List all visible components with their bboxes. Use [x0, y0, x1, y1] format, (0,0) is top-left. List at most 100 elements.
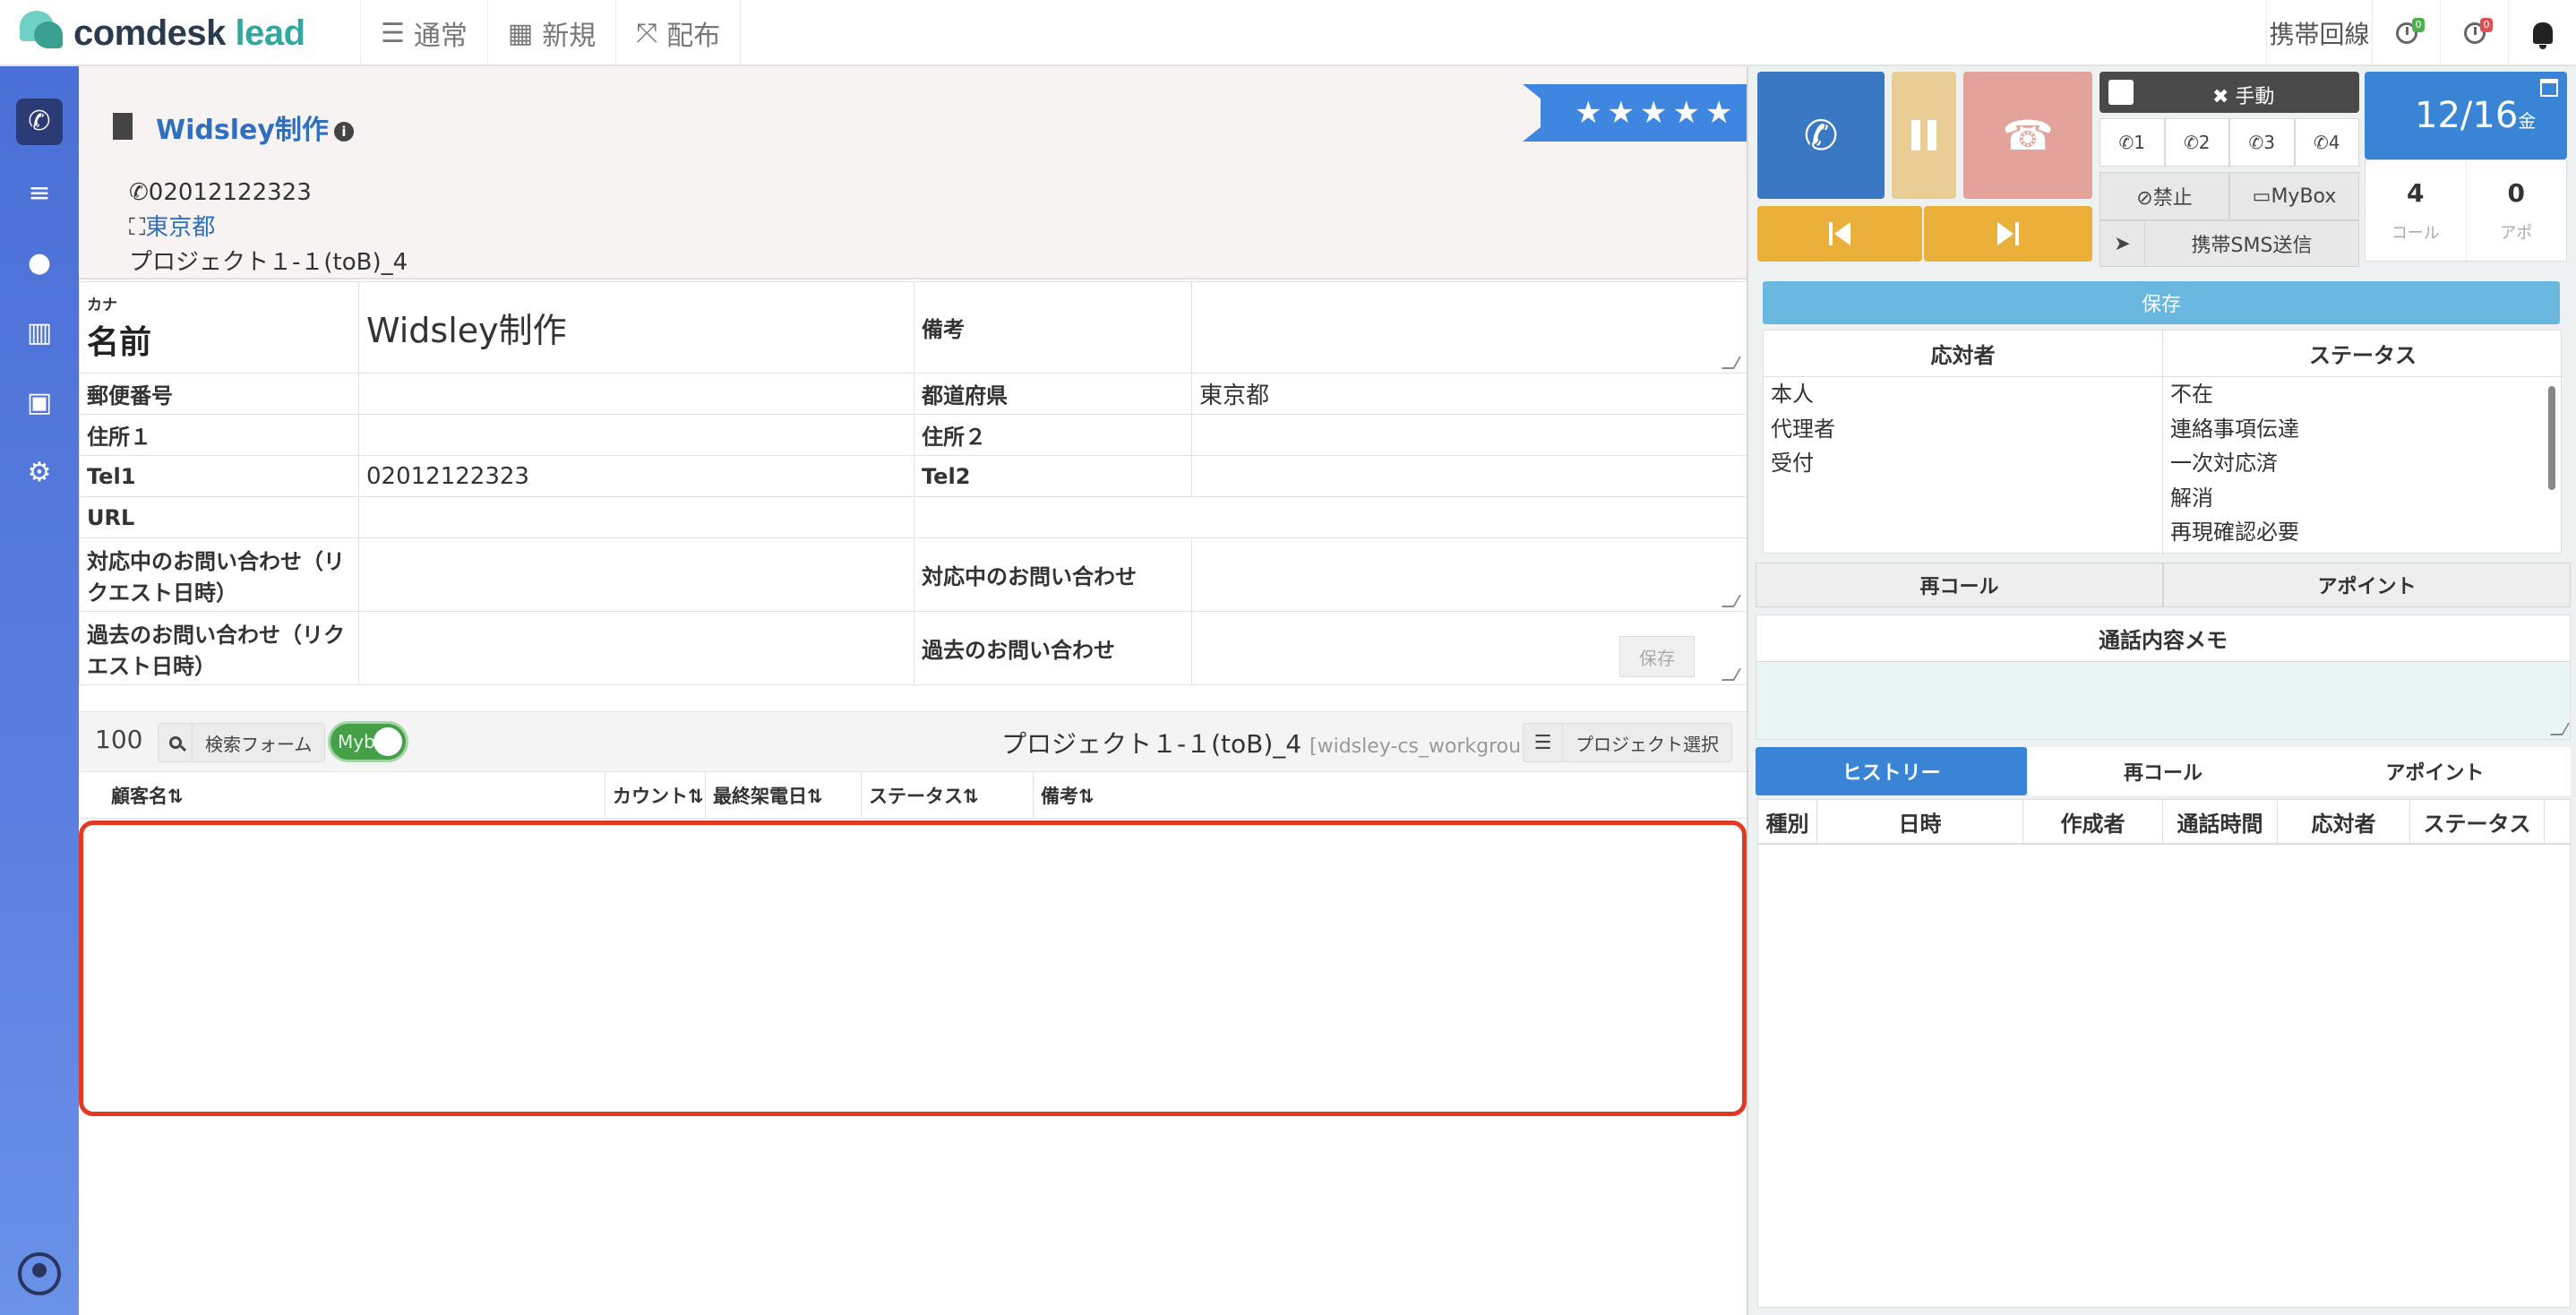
sms-send-button[interactable]: ➤ 携帯SMS送信 [2099, 220, 2359, 267]
nav-distribute[interactable]: ⤧ 配布 [615, 0, 742, 66]
customer-list-body [79, 821, 1747, 1116]
line-1-button[interactable]: ✆ 1 [2099, 118, 2165, 167]
mobile-line-label: 携帯回線 [2269, 20, 2370, 49]
company-name[interactable]: Widsley制作 i [156, 107, 354, 147]
hold-button[interactable] [1892, 72, 1956, 199]
ban-button[interactable]: ⊘禁止 [2099, 172, 2229, 220]
next-button[interactable] [1924, 206, 2092, 262]
memo-input[interactable] [1756, 662, 2570, 739]
phone-icon: ✆ [1803, 111, 1839, 159]
status-option[interactable]: 解消 [2163, 481, 2563, 516]
responder-option[interactable]: 本人 [1764, 377, 2162, 412]
recall-button[interactable]: 再コール [1756, 563, 2163, 607]
responder-option[interactable]: 受付 [1764, 446, 2162, 481]
form-save-button[interactable]: 保存 [1619, 636, 1695, 677]
past-inquiry-date-field[interactable] [358, 611, 914, 685]
sidebar-item-settings[interactable]: ⚙ [16, 450, 63, 496]
hangup-button[interactable]: ☎ [1963, 72, 2092, 199]
call-count: 4 [2407, 178, 2425, 208]
database-icon: ≡ [28, 177, 51, 209]
board-icon: ▣ [26, 387, 53, 418]
past-inquiry-field[interactable]: 保存 [1191, 611, 1747, 685]
col-status[interactable]: ステータス⇅ [862, 772, 1034, 819]
project-select-button[interactable]: ☰ プロジェクト選択 [1523, 723, 1732, 762]
timer-red-button[interactable]: 0 [2440, 0, 2508, 66]
previous-button[interactable] [1757, 206, 1922, 262]
col-type[interactable]: 種別 [1758, 800, 1817, 845]
info-icon[interactable]: i [333, 122, 354, 142]
top-nav: ☰ 通常 ▦ 新規 ⤧ 配布 [360, 0, 742, 66]
postal-field[interactable] [358, 373, 914, 415]
gear-icon: ⚙ [27, 457, 52, 488]
timer-green-button[interactable]: 0 [2372, 0, 2440, 66]
result-selector: 応対者 本人 代理者 受付 ステータス 不在 連絡事項伝達 一次対応済 解消 再… [1763, 330, 2563, 554]
logo-bubble-icon [20, 7, 66, 59]
cur-inquiry-label: 対応中のお問い合わせ [914, 537, 1192, 612]
addr1-field[interactable] [358, 414, 914, 456]
sidebar-item-board[interactable]: ▣ [16, 380, 63, 426]
cur-inquiry-date-field[interactable] [358, 537, 914, 612]
call-button[interactable]: ✆ [1757, 72, 1885, 199]
nav-normal[interactable]: ☰ 通常 [360, 0, 487, 66]
line-2-button[interactable]: ✆ 2 [2164, 118, 2229, 167]
search-icon [168, 736, 182, 749]
responder-option[interactable]: 代理者 [1764, 412, 2162, 447]
nav-new[interactable]: ▦ 新規 [486, 0, 615, 66]
status-option[interactable]: 一次対応済 [2163, 446, 2563, 481]
addr2-field[interactable] [1191, 414, 1747, 456]
sidebar-item-users[interactable]: ● [16, 240, 63, 287]
date-display: 12/16金 [2365, 72, 2567, 159]
tel1-field[interactable]: 02012122323 [358, 455, 914, 497]
status-option[interactable]: 不在 [2163, 377, 2563, 412]
calendar-icon[interactable] [2540, 79, 2558, 97]
url-field[interactable] [358, 496, 914, 538]
line-4-button[interactable]: ✆ 4 [2294, 118, 2359, 167]
top-right-controls: 携帯回線 0 0 [2266, 0, 2576, 66]
responder-header: 応対者 [1764, 331, 2162, 377]
col-status[interactable]: ステータス [2410, 800, 2545, 845]
tel2-field[interactable] [1191, 455, 1747, 497]
status-option[interactable]: 再現確認必要 [2163, 515, 2563, 550]
pref-field[interactable]: 東京都 [1191, 373, 1747, 415]
col-duration[interactable]: 通話時間 [2163, 800, 2278, 845]
list-header: 顧客名⇅ カウント⇅ 最終架電日⇅ ステータス⇅ 備考⇅ [79, 772, 1747, 819]
result-save-button[interactable]: 保存 [1763, 281, 2560, 324]
tab-appointment[interactable]: アポイント [2299, 747, 2571, 795]
col-note[interactable]: 備考⇅ [1034, 772, 1213, 819]
sidebar-item-database[interactable]: ≡ [16, 170, 63, 217]
cur-inquiry-date-label: 対応中のお問い合わせ（リクエスト日時） [79, 537, 359, 612]
manual-toggle[interactable]: ✖ 手動 [2099, 72, 2359, 113]
tel1-label: Tel1 [79, 455, 359, 497]
cur-inquiry-field[interactable] [1191, 537, 1747, 612]
col-count[interactable]: カウント⇅ [605, 772, 706, 819]
note-field[interactable] [1191, 281, 1747, 374]
mobile-line-button[interactable]: 携帯回線 [2266, 0, 2372, 66]
line-3-button[interactable]: ✆ 3 [2229, 118, 2295, 167]
mybox-toggle[interactable]: Mybo [328, 721, 408, 762]
company-location[interactable]: ⛶東京都 [129, 211, 408, 245]
col-last-call[interactable]: 最終架電日⇅ [706, 772, 862, 819]
history-tabs: ヒストリー 再コール アポイント [1756, 747, 2571, 795]
search-form-button[interactable]: 検索フォーム [158, 723, 326, 762]
appointment-button[interactable]: アポイント [2163, 563, 2571, 607]
phone-icon: ✆ [28, 106, 51, 137]
bell-icon [2532, 22, 2553, 49]
status-option[interactable]: 連絡事項伝達 [2163, 412, 2563, 447]
name-field[interactable]: Widsley制作 [358, 281, 914, 374]
col-customer-name[interactable]: 顧客名⇅ [104, 772, 605, 819]
col-datetime[interactable]: 日時 [1817, 800, 2023, 845]
sidebar-item-analytics[interactable]: ▥ [16, 310, 63, 357]
col-responder[interactable]: 応対者 [2278, 800, 2410, 845]
manual-checkbox[interactable] [2108, 80, 2134, 105]
account-icon[interactable] [18, 1252, 61, 1295]
status-scrollbar[interactable] [2548, 386, 2555, 490]
col-creator[interactable]: 作成者 [2023, 800, 2163, 845]
notification-button[interactable] [2508, 0, 2576, 66]
tab-recall[interactable]: 再コール [2027, 747, 2298, 795]
rating-ribbon[interactable]: ★★★★★ [1523, 84, 1747, 149]
sidebar-item-phone[interactable]: ✆ [16, 99, 63, 145]
mybox-button[interactable]: ▭ MyBox [2229, 172, 2359, 220]
app-logo[interactable]: comdesk lead [20, 7, 305, 59]
record-count: 100 [95, 725, 143, 754]
tab-history[interactable]: ヒストリー [1756, 747, 2028, 795]
